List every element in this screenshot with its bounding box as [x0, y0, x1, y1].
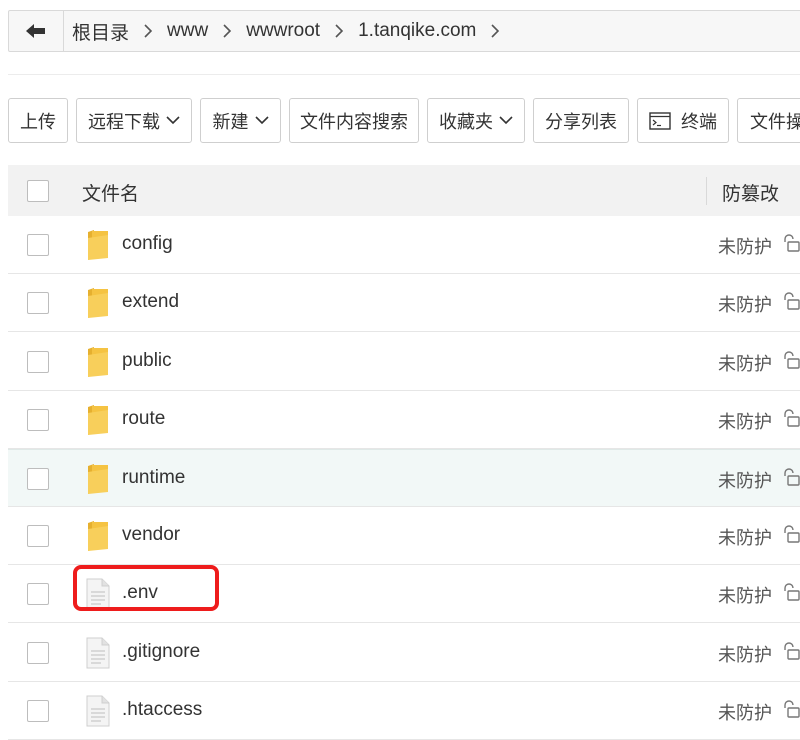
folder-icon — [86, 463, 110, 495]
terminal-button[interactable]: 终端 — [637, 98, 729, 143]
unlock-icon[interactable] — [782, 351, 800, 374]
chevron-down-icon — [166, 116, 180, 125]
table-row[interactable]: route 未防护 — [8, 391, 800, 449]
folder-icon — [86, 346, 110, 378]
share-list-label: 分享列表 — [545, 111, 617, 132]
breadcrumb-root[interactable]: 根目录 — [72, 18, 129, 45]
column-header-protect[interactable]: 防篡改 — [722, 179, 779, 206]
divider — [8, 74, 800, 75]
table-header: 文件名 防篡改 — [8, 165, 800, 218]
remote-download-button[interactable]: 远程下载 — [76, 98, 192, 143]
row-checkbox[interactable] — [27, 583, 49, 605]
terminal-icon — [649, 111, 671, 130]
folder-icon — [86, 404, 110, 436]
new-button[interactable]: 新建 — [200, 98, 281, 143]
breadcrumb: 根目录 www wwwroot 1.tanqike.com — [64, 18, 514, 45]
column-header-filename[interactable]: 文件名 — [82, 179, 139, 206]
protect-status[interactable]: 未防护 — [718, 467, 772, 493]
folder-icon — [86, 229, 110, 261]
table-row[interactable]: extend 未防护 — [8, 274, 800, 332]
unlock-icon[interactable] — [782, 234, 800, 257]
column-divider — [706, 177, 707, 205]
unlock-icon[interactable] — [782, 525, 800, 548]
table-row[interactable]: .env 未防护 — [8, 565, 800, 623]
table-row[interactable]: runtime 未防护 — [8, 449, 800, 507]
file-name[interactable]: vendor — [122, 524, 180, 546]
chevron-right-icon — [129, 24, 167, 38]
table-row[interactable]: .htaccess 未防护 — [8, 682, 800, 740]
select-all-checkbox[interactable] — [27, 180, 49, 202]
unlock-icon[interactable] — [782, 700, 800, 723]
table-row[interactable]: vendor 未防护 — [8, 507, 800, 565]
file-operation-button[interactable]: 文件操 — [737, 98, 800, 143]
table-row[interactable]: config 未防护 — [8, 216, 800, 274]
chevron-right-icon — [320, 24, 358, 38]
file-name[interactable]: public — [122, 350, 172, 372]
breadcrumb-wwwroot[interactable]: wwwroot — [246, 20, 320, 42]
table-row[interactable]: .gitignore 未防护 — [8, 624, 800, 682]
file-icon — [86, 637, 110, 669]
share-list-button[interactable]: 分享列表 — [533, 98, 629, 143]
unlock-icon[interactable] — [782, 583, 800, 606]
file-operation-label: 文件操 — [750, 111, 800, 132]
breadcrumb-site[interactable]: 1.tanqike.com — [358, 20, 476, 42]
upload-button[interactable]: 上传 — [8, 98, 68, 143]
remote-download-label: 远程下载 — [88, 111, 160, 132]
favorites-label: 收藏夹 — [439, 111, 493, 132]
chevron-right-icon — [208, 24, 246, 38]
row-checkbox[interactable] — [27, 468, 49, 490]
file-name[interactable]: config — [122, 233, 173, 255]
protect-status[interactable]: 未防护 — [718, 291, 772, 317]
row-checkbox[interactable] — [27, 700, 49, 722]
table-row[interactable]: public 未防护 — [8, 333, 800, 391]
content-search-label: 文件内容搜索 — [300, 111, 408, 132]
protect-status[interactable]: 未防护 — [718, 233, 772, 259]
terminal-label: 终端 — [681, 111, 717, 132]
protect-status[interactable]: 未防护 — [718, 582, 772, 608]
unlock-icon[interactable] — [782, 642, 800, 665]
folder-icon — [86, 287, 110, 319]
path-bar: 根目录 www wwwroot 1.tanqike.com — [8, 10, 800, 52]
file-name[interactable]: .gitignore — [122, 641, 200, 663]
toolbar: 上传 远程下载 新建 文件内容搜索 收藏夹 分享列表 终端 文件操 — [8, 98, 800, 143]
row-checkbox[interactable] — [27, 409, 49, 431]
protect-status[interactable]: 未防护 — [718, 641, 772, 667]
file-name[interactable]: .env — [122, 582, 158, 604]
file-name[interactable]: .htaccess — [122, 699, 202, 721]
file-name[interactable]: runtime — [122, 467, 185, 489]
file-icon — [86, 578, 110, 610]
chevron-down-icon — [499, 116, 513, 125]
back-arrow-icon — [26, 24, 45, 38]
unlock-icon[interactable] — [782, 292, 800, 315]
protect-status[interactable]: 未防护 — [718, 408, 772, 434]
unlock-icon[interactable] — [782, 468, 800, 491]
file-name[interactable]: extend — [122, 291, 179, 313]
row-checkbox[interactable] — [27, 351, 49, 373]
chevron-down-icon — [254, 116, 269, 125]
breadcrumb-www[interactable]: www — [167, 20, 208, 42]
back-button[interactable] — [9, 11, 64, 51]
row-checkbox[interactable] — [27, 525, 49, 547]
file-name[interactable]: route — [122, 408, 165, 430]
row-checkbox[interactable] — [27, 234, 49, 256]
folder-icon — [86, 520, 110, 552]
new-label: 新建 — [212, 111, 249, 132]
favorites-button[interactable]: 收藏夹 — [427, 98, 525, 143]
file-icon — [86, 695, 110, 727]
content-search-button[interactable]: 文件内容搜索 — [289, 98, 419, 143]
unlock-icon[interactable] — [782, 409, 800, 432]
row-checkbox[interactable] — [27, 292, 49, 314]
chevron-right-icon — [476, 24, 514, 38]
row-checkbox[interactable] — [27, 642, 49, 664]
protect-status[interactable]: 未防护 — [718, 350, 772, 376]
protect-status[interactable]: 未防护 — [718, 524, 772, 550]
protect-status[interactable]: 未防护 — [718, 699, 772, 725]
upload-label: 上传 — [20, 111, 56, 132]
